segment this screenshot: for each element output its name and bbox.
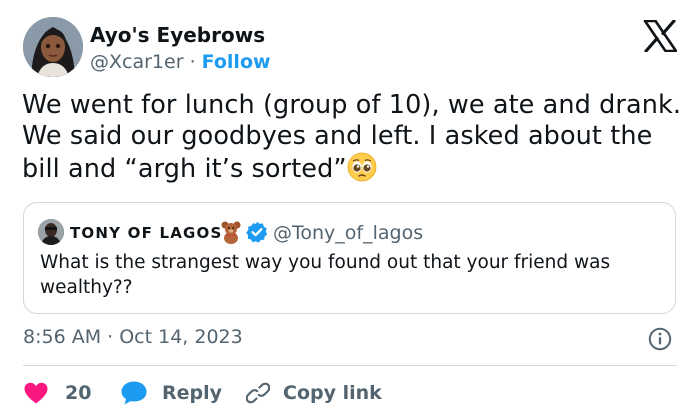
author-display-name[interactable]: Ayo's Eyebrows — [90, 22, 265, 48]
verified-badge-icon — [246, 221, 268, 243]
separator: · — [189, 51, 196, 73]
reply-button[interactable]: Reply — [120, 378, 222, 408]
link-icon — [246, 382, 270, 404]
author-handle[interactable]: @Xcar1er — [90, 51, 184, 73]
divider — [23, 365, 677, 366]
like-button[interactable]: 20 — [23, 378, 91, 408]
copy-link-button[interactable]: Copy link — [246, 378, 382, 408]
quoted-text: What is the strangest way you found out … — [40, 252, 611, 298]
tweet-text: We went for lunch (group of 10), we ate … — [22, 90, 692, 185]
quoted-tweet-card[interactable]: TONY OF LAGOS @Tony_of_lagos What is the… — [23, 202, 676, 314]
like-count: 20 — [65, 382, 92, 404]
info-icon[interactable] — [648, 327, 672, 351]
quoted-handle[interactable]: @Tony_of_lagos — [273, 221, 423, 245]
x-logo-icon[interactable] — [643, 19, 678, 53]
tweet-line: bill and “argh it’s sorted” — [22, 152, 692, 185]
copy-link-label: Copy link — [283, 382, 382, 404]
tweet-line: We said our goodbyes and left. I asked a… — [22, 121, 653, 151]
tweet-timestamp[interactable]: 8:56 AM · Oct 14, 2023 — [23, 324, 243, 350]
author-handle-row: @Xcar1er · Follow — [90, 50, 271, 74]
action-bar: 20 Reply Copy link — [0, 376, 700, 410]
quoted-avatar[interactable] — [38, 219, 64, 245]
teddy-bear-icon — [220, 220, 242, 244]
tweet-line-text: bill and “argh it’s sorted” — [22, 154, 347, 184]
heart-icon — [24, 382, 48, 404]
pleading-face-emoji-icon — [347, 152, 377, 182]
tweet-line: We went for lunch (group of 10), we ate … — [22, 90, 682, 120]
follow-button[interactable]: Follow — [202, 51, 271, 73]
reply-bubble-icon — [121, 381, 147, 405]
author-avatar[interactable] — [23, 17, 83, 77]
quoted-display-name[interactable]: TONY OF LAGOS — [70, 223, 222, 243]
reply-label: Reply — [162, 382, 223, 404]
